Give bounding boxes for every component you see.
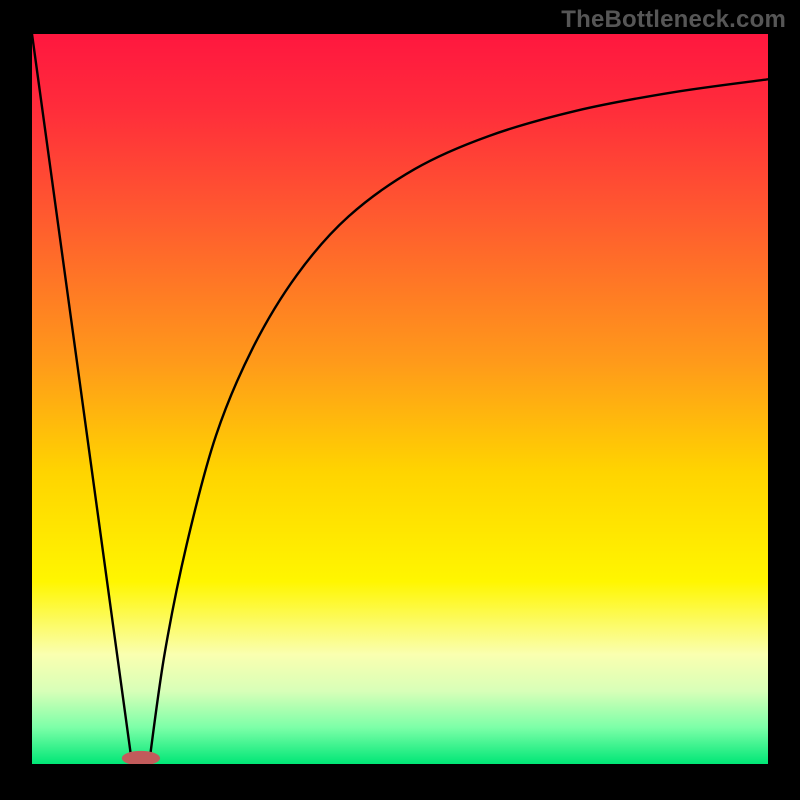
- chart-frame: TheBottleneck.com: [0, 0, 800, 800]
- watermark-text: TheBottleneck.com: [561, 6, 786, 34]
- notch-marker: [122, 751, 160, 766]
- bottleneck-chart: [0, 0, 800, 800]
- plot-background-gradient: [32, 34, 768, 764]
